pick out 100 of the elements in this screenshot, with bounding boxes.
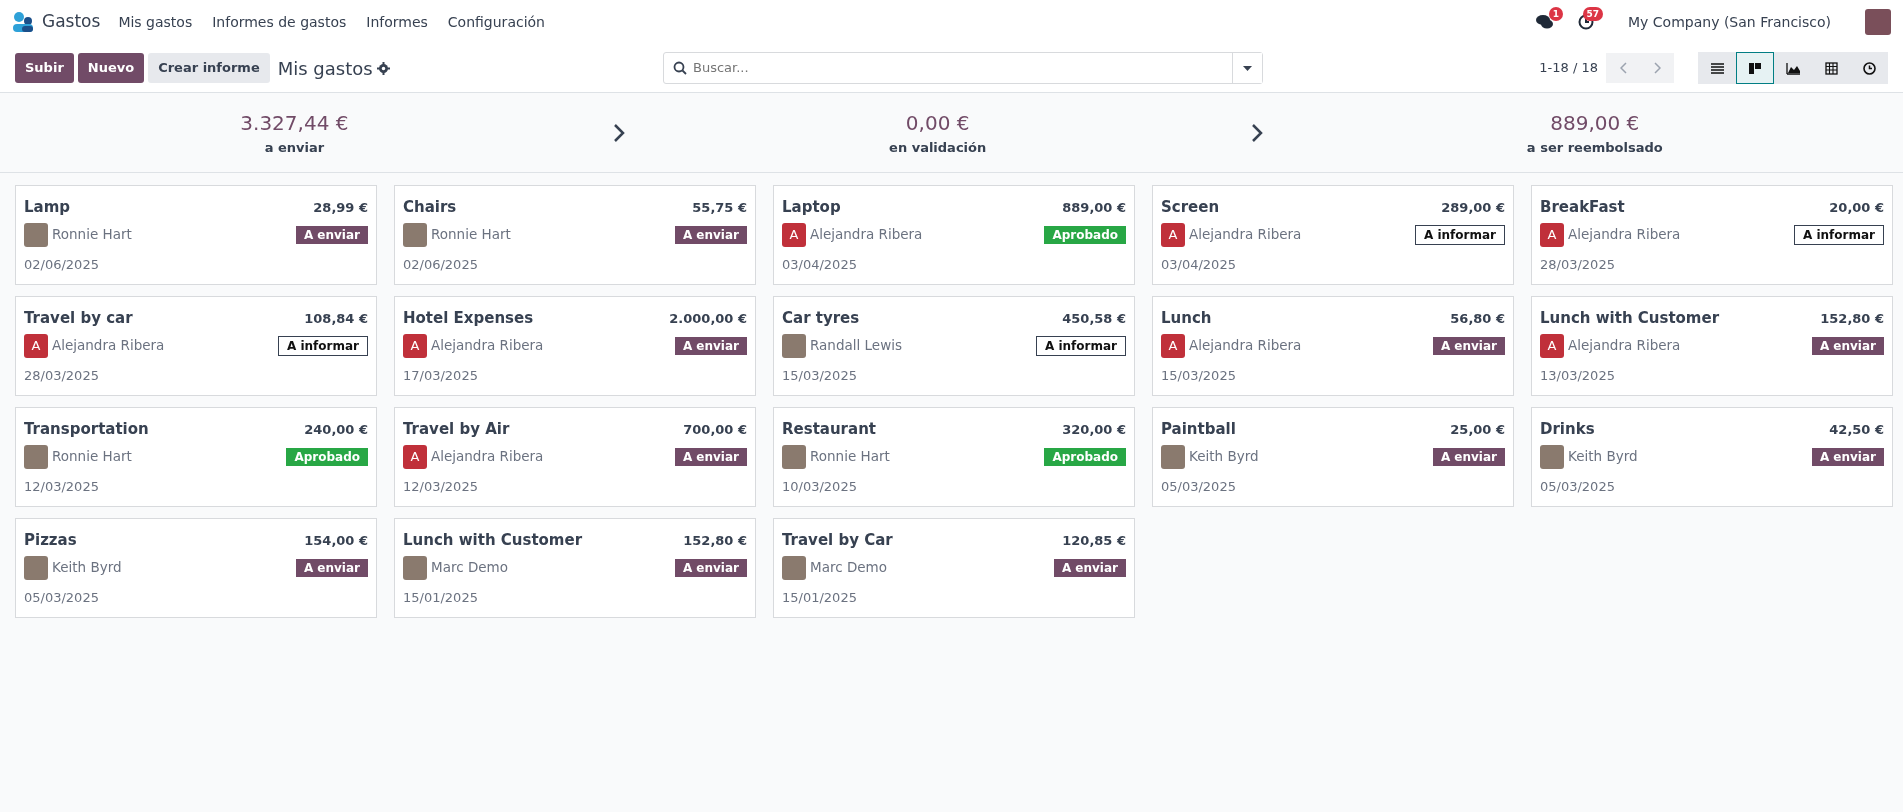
expense-card[interactable]: Travel by Car 120,85 € Marc Demo A enviar 15/01/2025 (773, 518, 1135, 618)
card-title: Pizzas (24, 530, 77, 551)
employee-name: Randall Lewis (810, 336, 902, 356)
employee-name: Keith Byrd (1568, 447, 1638, 467)
date-text: 12/03/2025 (403, 477, 479, 496)
date-text: 05/03/2025 (1161, 477, 1237, 496)
expense-card[interactable]: Travel by Air 700,00 € A Alejandra Ribera A enviar 12/03/2025 (394, 407, 756, 507)
summary-label: a enviar (264, 138, 325, 157)
card-title: Laptop (782, 197, 841, 218)
amount-text: 700,00 € (683, 420, 747, 439)
expense-card[interactable]: Pizzas 154,00 € Keith Byrd A enviar 05/03/2025 (15, 518, 377, 618)
card-title: Chairs (403, 197, 457, 218)
clock-icon (1861, 60, 1877, 76)
expense-card[interactable]: Laptop 889,00 € A Alejandra Ribera Aprobado 03/04/2025 (773, 185, 1135, 285)
expense-card[interactable]: Drinks 42,50 € Keith Byrd A enviar 05/03/2025 (1531, 407, 1893, 507)
primary-button[interactable]: Nuevo (77, 53, 145, 83)
chevron-right-icon (1250, 122, 1263, 143)
status-tag: A informar (1035, 335, 1126, 356)
card-title: Paintball (1161, 419, 1236, 440)
list-icon (1709, 60, 1725, 76)
app-name[interactable]: Gastos (42, 9, 101, 35)
primary-button[interactable]: Subir (15, 53, 74, 83)
secondary-button[interactable]: Crear informe (148, 53, 270, 83)
employee-avatar: A (1161, 222, 1185, 247)
card-title: Travel by car (24, 308, 133, 329)
status-tag: A enviar (1811, 336, 1884, 355)
amount-text: 20,00 € (1829, 198, 1884, 217)
summary-amount: 0,00 € (905, 109, 970, 137)
status-tag: Aprobado (286, 447, 368, 466)
employee-name: Alejandra Ribera (1189, 225, 1302, 245)
amount-text: 55,75 € (692, 198, 747, 217)
employee-name: Alejandra Ribera (1568, 336, 1681, 356)
status-tag: A enviar (674, 558, 747, 577)
gear-icon[interactable] (376, 61, 390, 75)
employee-avatar: A (782, 222, 806, 247)
chat-icon[interactable] (1536, 14, 1555, 30)
employee-name: Marc Demo (431, 558, 508, 578)
employee-avatar: A (24, 333, 48, 358)
employee-name: Alejandra Ribera (52, 336, 165, 356)
card-title: Drinks (1540, 419, 1595, 440)
employee-avatar: A (1540, 222, 1564, 247)
photo-placeholder (782, 333, 806, 358)
employee-name: Alejandra Ribera (1189, 336, 1302, 356)
chevron-right-icon (1653, 62, 1661, 74)
app-logo-icon (12, 11, 34, 33)
status-tag: A enviar (1053, 558, 1126, 577)
date-text: 12/03/2025 (24, 477, 100, 496)
employee-name: Keith Byrd (1189, 447, 1259, 467)
amount-text: 154,00 € (304, 531, 368, 550)
menu-item[interactable]: Configuración (437, 7, 555, 37)
employee-name: Ronnie Hart (52, 225, 132, 245)
date-text: 03/04/2025 (1161, 255, 1237, 274)
status-tag: A enviar (295, 225, 368, 244)
date-text: 05/03/2025 (1540, 477, 1616, 496)
summary-amount: 3.327,44 € (240, 109, 349, 137)
search-options-toggle[interactable] (1232, 53, 1262, 83)
employee-avatar: A (403, 444, 427, 469)
company-switcher[interactable]: My Company (San Francisco) (1618, 7, 1841, 37)
area-chart-icon (1785, 60, 1801, 76)
card-title: Travel by Car (782, 530, 893, 551)
kanban-icon (1747, 60, 1763, 76)
expense-card[interactable]: Restaurant 320,00 € Ronnie Hart Aprobado 10/03/2025 (773, 407, 1135, 507)
grid-table-icon (1823, 60, 1839, 76)
chevron-right-icon (612, 122, 625, 143)
amount-text: 240,00 € (304, 420, 368, 439)
amount-text: 289,00 € (1441, 198, 1505, 217)
date-text: 03/04/2025 (782, 255, 858, 274)
amount-text: 152,80 € (1820, 309, 1884, 328)
expense-card[interactable]: Chairs 55,75 € Ronnie Hart A enviar 02/06/2025 (394, 185, 756, 285)
search-icon (673, 61, 687, 75)
expense-card[interactable]: Screen 289,00 € A Alejandra Ribera A informar 03/04/2025 (1152, 185, 1514, 285)
expense-card[interactable]: Transportation 240,00 € Ronnie Hart Aprobado 12/03/2025 (15, 407, 377, 507)
employee-name: Keith Byrd (52, 558, 122, 578)
card-title: Hotel Expenses (403, 308, 534, 329)
expense-card[interactable]: Lunch with Customer 152,80 € A Alejandra Ribera A enviar 13/03/2025 (1531, 296, 1893, 396)
date-text: 10/03/2025 (782, 477, 858, 496)
search-field[interactable]: Buscar... (663, 52, 1263, 84)
card-title: Car tyres (782, 308, 860, 329)
amount-text: 28,99 € (313, 198, 368, 217)
expense-card[interactable]: Paintball 25,00 € Keith Byrd A enviar 05/03/2025 (1152, 407, 1514, 507)
card-title: Lunch with Customer (403, 530, 583, 551)
menu-item[interactable]: Informes (356, 7, 438, 37)
date-text: 17/03/2025 (403, 366, 479, 385)
chevron-left-icon (1619, 62, 1627, 74)
menu-item[interactable]: Mis gastos (108, 7, 203, 37)
amount-text: 108,84 € (304, 309, 368, 328)
expense-card[interactable]: Lamp 28,99 € Ronnie Hart A enviar 02/06/2025 (15, 185, 377, 285)
expense-card[interactable]: Lunch 56,80 € A Alejandra Ribera A enviar 15/03/2025 (1152, 296, 1514, 396)
expense-card[interactable]: Lunch with Customer 152,80 € Marc Demo A enviar 15/01/2025 (394, 518, 756, 618)
expense-card[interactable]: BreakFast 20,00 € A Alejandra Ribera A informar 28/03/2025 (1531, 185, 1893, 285)
menu-item[interactable]: Informes de gastos (202, 7, 357, 37)
card-title: Lamp (24, 197, 71, 218)
status-tag: A informar (277, 335, 368, 356)
amount-text: 25,00 € (1450, 420, 1505, 439)
expense-card[interactable]: Hotel Expenses 2.000,00 € A Alejandra Ribera A enviar 17/03/2025 (394, 296, 756, 396)
status-tag: A enviar (1432, 447, 1505, 466)
expense-card[interactable]: Car tyres 450,58 € Randall Lewis A informar 15/03/2025 (773, 296, 1135, 396)
view-switch-button[interactable] (1736, 52, 1774, 84)
summary-amount: 889,00 € (1550, 109, 1640, 137)
expense-card[interactable]: Travel by car 108,84 € A Alejandra Ribera A informar 28/03/2025 (15, 296, 377, 396)
